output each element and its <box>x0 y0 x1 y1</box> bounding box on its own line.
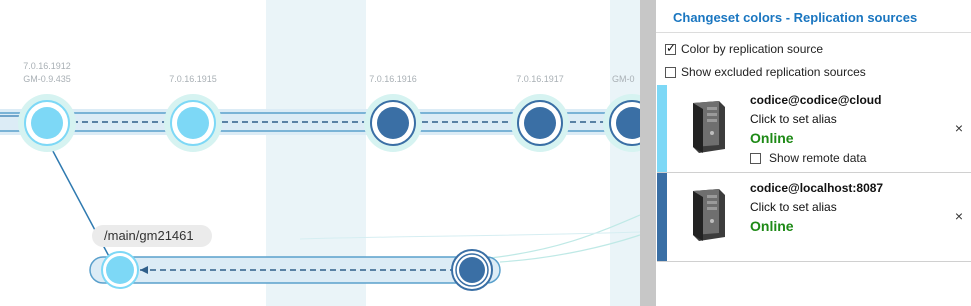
changeset-label: GM-0.9.435 <box>23 74 71 84</box>
changeset-node[interactable] <box>511 94 569 152</box>
changeset-node[interactable] <box>18 94 76 152</box>
checkbox-label: Color by replication source <box>681 42 824 56</box>
set-alias-link[interactable]: Click to set alias <box>750 112 837 126</box>
source-color-bar <box>657 85 667 172</box>
branch-explorer-graph[interactable]: 7.0.16.1912 GM-0.9.435 7.0.16.1915 7.0.1… <box>0 0 640 306</box>
source-status: Online <box>750 218 794 234</box>
checkbox-label: Show excluded replication sources <box>681 65 866 79</box>
graph-canvas <box>0 0 640 306</box>
changeset-version: 7.0.16.1915 <box>169 74 217 84</box>
replication-sources-panel: Changeset colors - Replication sources ✓… <box>656 0 971 306</box>
panel-splitter[interactable] <box>640 0 656 306</box>
column-band <box>610 0 640 306</box>
server-icon <box>693 189 725 241</box>
replication-source-item[interactable]: codice@localhost:8087 Click to set alias… <box>657 173 971 262</box>
checkbox-box[interactable] <box>750 152 761 164</box>
changeset-node-head[interactable] <box>451 249 493 291</box>
check-icon: ✓ <box>666 40 677 55</box>
changeset-version: 7.0.16.1916 <box>369 74 417 84</box>
changeset-node[interactable] <box>364 94 422 152</box>
panel-title: Changeset colors - Replication sources <box>673 10 918 25</box>
branch-name-label[interactable]: /main/gm21461 <box>92 225 212 247</box>
changeset-version: 7.0.16.1917 <box>516 74 564 84</box>
source-color-bar <box>657 173 667 261</box>
checkbox-box[interactable]: ✓ <box>665 40 677 55</box>
color-by-source-checkbox[interactable]: ✓ Color by replication source <box>665 41 823 57</box>
server-icon <box>693 101 725 153</box>
checkbox-label: Show remote data <box>769 151 867 165</box>
source-name: codice@localhost:8087 <box>750 181 884 195</box>
checkbox-box[interactable] <box>665 66 676 78</box>
changeset-label: GM-0 <box>612 74 635 84</box>
close-icon[interactable]: × <box>955 209 963 223</box>
show-remote-data-checkbox[interactable]: Show remote data <box>750 151 866 165</box>
show-excluded-checkbox[interactable]: Show excluded replication sources <box>665 64 866 80</box>
changeset-version: 7.0.16.1912 <box>23 61 71 71</box>
set-alias-link[interactable]: Click to set alias <box>750 200 837 214</box>
close-icon[interactable]: × <box>955 121 963 135</box>
changeset-node[interactable] <box>603 94 640 152</box>
changeset-node[interactable] <box>164 94 222 152</box>
source-name: codice@codice@cloud <box>750 93 882 107</box>
changeset-node[interactable] <box>101 251 139 289</box>
replication-source-item[interactable]: codice@codice@cloud Click to set alias O… <box>657 85 971 173</box>
source-status: Online <box>750 130 794 146</box>
divider <box>656 32 971 33</box>
